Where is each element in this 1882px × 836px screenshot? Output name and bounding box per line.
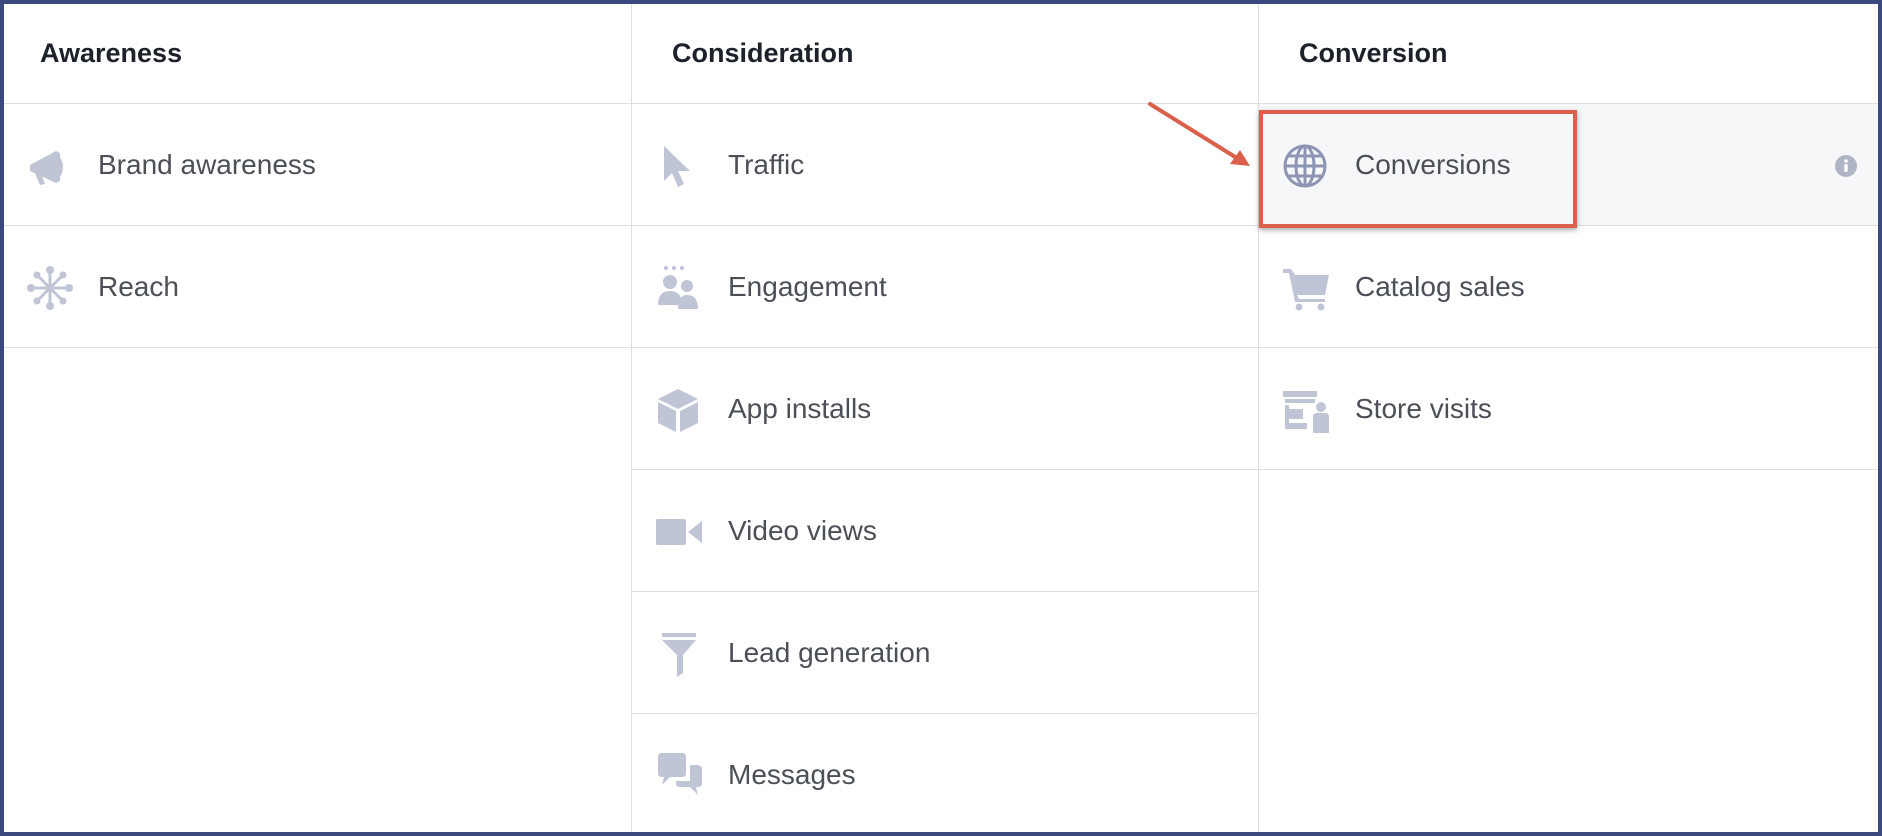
objective-label: Store visits	[1355, 393, 1492, 424]
objective-brand-awareness[interactable]: Brand awareness	[4, 104, 631, 226]
people-icon	[658, 266, 698, 309]
objective-grid: Awareness Brand awareness Reach Consider…	[4, 4, 1878, 832]
objective-label: Brand awareness	[98, 149, 316, 180]
objective-reach[interactable]: Reach	[4, 226, 631, 348]
column-conversion: Conversion Conversions Catalog sales Sto…	[1258, 4, 1878, 832]
annotation-arrow	[1148, 102, 1250, 166]
objective-label: Traffic	[728, 149, 805, 180]
objective-label: Conversions	[1355, 149, 1511, 180]
objective-catalog-sales[interactable]: Catalog sales	[1259, 226, 1878, 348]
objective-engagement[interactable]: Engagement	[632, 226, 1258, 348]
column-header-consideration: Consideration	[632, 4, 1258, 104]
objective-label: Reach	[98, 271, 179, 302]
column-header-awareness: Awareness	[4, 4, 631, 104]
globe-icon	[1283, 144, 1327, 188]
objective-label: Catalog sales	[1355, 271, 1525, 302]
chat-bubbles-icon	[658, 753, 702, 795]
objective-picker-frame: Awareness Brand awareness Reach Consider…	[0, 0, 1882, 836]
objective-video-views[interactable]: Video views	[632, 470, 1258, 592]
megaphone-icon	[30, 151, 63, 185]
cursor-icon	[664, 146, 690, 187]
video-camera-icon	[656, 519, 702, 545]
objective-conversions[interactable]: Conversions	[1259, 104, 1878, 226]
box-icon	[658, 389, 698, 432]
objective-label: Video views	[728, 515, 877, 546]
objective-store-visits[interactable]: Store visits	[1259, 348, 1878, 470]
column-header-conversion: Conversion	[1259, 4, 1878, 104]
column-awareness: Awareness Brand awareness Reach	[4, 4, 631, 832]
reach-network-icon	[27, 266, 73, 310]
shopping-cart-icon	[1283, 269, 1329, 311]
objective-label: App installs	[728, 393, 872, 424]
objective-label: Engagement	[728, 271, 887, 302]
objective-app-installs[interactable]: App installs	[632, 348, 1258, 470]
store-visit-icon	[1283, 391, 1329, 433]
objective-label: Lead generation	[728, 637, 931, 668]
info-icon[interactable]	[1834, 154, 1858, 178]
objective-messages[interactable]: Messages	[632, 714, 1258, 832]
funnel-icon	[662, 633, 696, 677]
objective-label: Messages	[728, 759, 856, 790]
objective-lead-generation[interactable]: Lead generation	[632, 592, 1258, 714]
